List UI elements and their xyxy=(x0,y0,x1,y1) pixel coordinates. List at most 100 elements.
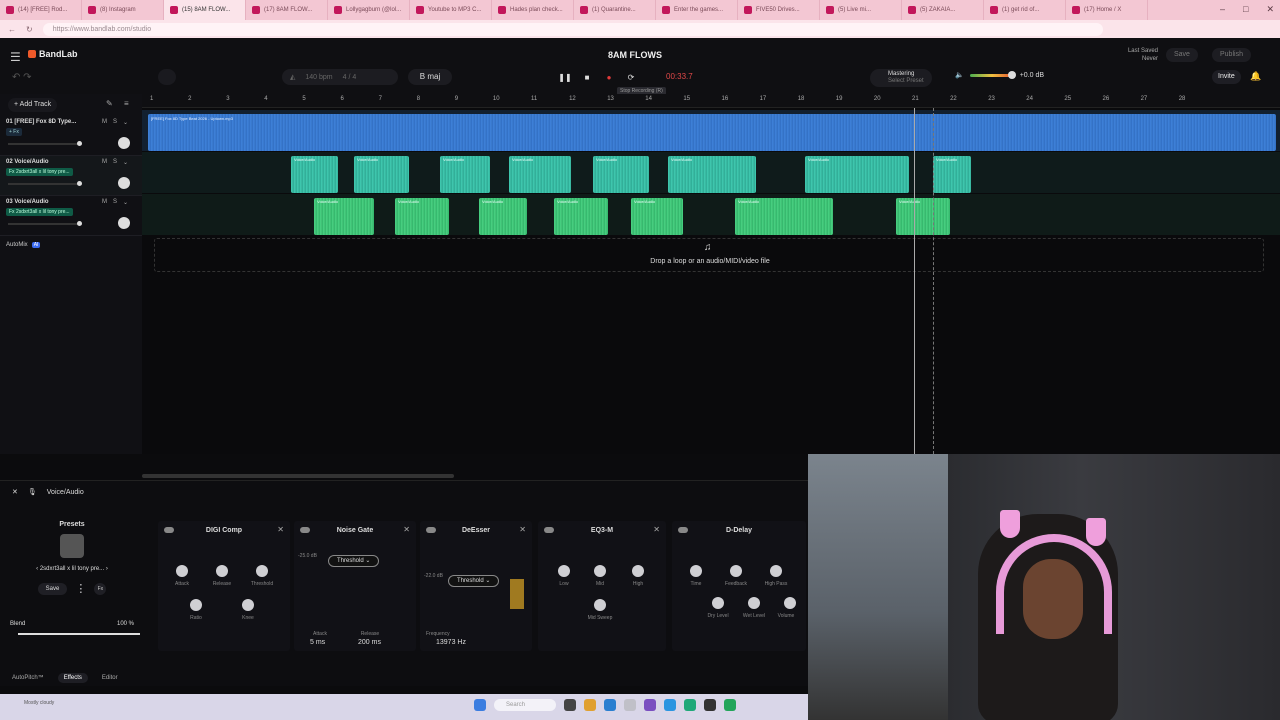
browser-tab[interactable]: (5) ZAKAIA... xyxy=(902,0,984,20)
tab-effects[interactable]: Effects xyxy=(57,673,88,683)
high-pass-knob[interactable] xyxy=(770,565,782,577)
browser-tab[interactable]: FIVE50 Drives... xyxy=(738,0,820,20)
audio-clip[interactable]: Voice/Audio xyxy=(554,198,608,235)
browser-tab[interactable]: Hades plan check... xyxy=(492,0,574,20)
fader-thumb[interactable] xyxy=(77,181,82,186)
settings-sliders-icon[interactable]: ≡ xyxy=(124,99,129,108)
browser-tab[interactable]: (14) [FREE] Rod... xyxy=(0,0,82,20)
audio-clip[interactable]: Voice/Audio xyxy=(440,156,490,193)
solo-button[interactable]: S xyxy=(113,159,117,166)
audio-clip[interactable]: Voice/Audio xyxy=(668,156,756,193)
tool-button[interactable] xyxy=(158,69,176,85)
track-header[interactable]: 02 Voice/Audio Fx 2sdxrt3all x lil tony … xyxy=(0,156,142,196)
back-icon[interactable]: ← xyxy=(8,25,16,34)
solo-button[interactable]: S xyxy=(113,119,117,126)
track-fx-chip[interactable]: Fx 2sdxrt3all x lil tony pre... xyxy=(6,168,73,176)
speaker-icon[interactable]: 🔈 xyxy=(955,71,964,79)
metronome-icon[interactable]: ◭ xyxy=(290,73,295,81)
preset-thumbnail[interactable] xyxy=(60,534,84,558)
tab-editor[interactable]: Editor xyxy=(102,675,118,681)
track-lane[interactable]: Voice/Audio Voice/Audio Voice/Audio Voice/A… xyxy=(142,194,1280,235)
chevron-down-icon[interactable]: ⌄ xyxy=(123,119,128,126)
fader-thumb[interactable] xyxy=(77,141,82,146)
audio-clip[interactable]: Voice/Audio xyxy=(479,198,527,235)
browser-tab[interactable]: Lollygagburn (@lol... xyxy=(328,0,410,20)
reload-icon[interactable]: ↻ xyxy=(26,25,33,34)
track-header[interactable]: 03 Voice/Audio Fx 2sdxrt3all x lil tony … xyxy=(0,196,142,236)
pencil-icon[interactable]: ✎ xyxy=(106,99,113,108)
chevron-down-icon[interactable]: ⌄ xyxy=(123,199,128,206)
automix-row[interactable]: AutoMix AI xyxy=(6,242,41,248)
minimize-icon[interactable]: – xyxy=(1220,4,1225,15)
dry-level-knob[interactable] xyxy=(712,597,724,609)
taskbar-search[interactable]: Search xyxy=(494,699,556,711)
track-lane[interactable]: [FREE] Fox 8D Type Beat 2026 - Uptown.mp… xyxy=(142,110,1280,151)
attack-knob[interactable] xyxy=(176,565,188,577)
more-icon[interactable]: ⋮ xyxy=(75,582,86,595)
low-knob[interactable] xyxy=(558,565,570,577)
audio-clip[interactable]: Voice/Audio xyxy=(735,198,833,235)
track-volume-fader[interactable] xyxy=(8,221,82,226)
browser-tab[interactable]: (1) Quarantine... xyxy=(574,0,656,20)
audio-clip[interactable]: Voice/Audio xyxy=(509,156,571,193)
audio-clip[interactable]: Voice/Audio xyxy=(593,156,649,193)
project-title[interactable]: 8AM FLOWS xyxy=(560,50,710,60)
pan-knob[interactable] xyxy=(118,137,130,149)
browser-tab[interactable]: (5) Live mi... xyxy=(820,0,902,20)
remove-icon[interactable]: ✕ xyxy=(653,525,660,534)
file-explorer-icon[interactable] xyxy=(584,699,596,711)
audio-clip[interactable]: Voice/Audio xyxy=(631,198,683,235)
chrome-icon[interactable] xyxy=(684,699,696,711)
mastering-button[interactable]: Mastering Select Preset xyxy=(870,69,932,87)
loop-icon[interactable]: ⟳ xyxy=(626,72,636,82)
task-view-icon[interactable] xyxy=(564,699,576,711)
mute-button[interactable]: M xyxy=(102,159,107,166)
release-value[interactable]: 200 ms xyxy=(358,639,381,646)
mid-sweep-knob[interactable] xyxy=(594,599,606,611)
browser-tab-active[interactable]: (15) 8AM FLOW... xyxy=(164,0,246,20)
preset-name[interactable]: ‹ 2sdxrt3all x lil tony pre... › xyxy=(6,566,138,572)
edge-icon[interactable] xyxy=(604,699,616,711)
audio-clip[interactable]: Voice/Audio xyxy=(933,156,971,193)
track-volume-fader[interactable] xyxy=(8,141,82,146)
volume-knob[interactable] xyxy=(784,597,796,609)
stop-icon[interactable]: ■ xyxy=(582,72,592,82)
browser-tab[interactable]: (17) 8AM FLOW... xyxy=(246,0,328,20)
fx-button[interactable]: Fx xyxy=(94,582,107,595)
track-fx-chip[interactable]: Fx 2sdxrt3all x lil tony pre... xyxy=(6,208,73,216)
master-volume-slider[interactable] xyxy=(969,70,1016,79)
drop-zone[interactable]: ♫ Drop a loop or an audio/MIDI/video fil… xyxy=(154,238,1264,272)
mute-button[interactable]: M xyxy=(102,199,107,206)
track-volume-fader[interactable] xyxy=(8,181,82,186)
blend-slider[interactable] xyxy=(18,633,140,635)
tempo-control[interactable]: ◭ 140 bpm 4 / 4 xyxy=(282,69,398,85)
remove-icon[interactable]: ✕ xyxy=(403,525,410,534)
time-knob[interactable] xyxy=(690,565,702,577)
record-icon[interactable]: ● xyxy=(604,72,614,82)
ratio-knob[interactable] xyxy=(190,599,202,611)
add-track-button[interactable]: + Add Track xyxy=(8,98,58,112)
browser-tab[interactable]: (17) Home / X xyxy=(1066,0,1148,20)
app-icon[interactable] xyxy=(724,699,736,711)
threshold-selector[interactable]: Threshold ⌄ xyxy=(328,555,380,567)
browser-tab[interactable]: Youtube to MP3 C... xyxy=(410,0,492,20)
close-icon[interactable]: ✕ xyxy=(1266,4,1274,15)
pan-knob[interactable] xyxy=(118,217,130,229)
browser-tab[interactable]: (1) get rid of... xyxy=(984,0,1066,20)
knee-knob[interactable] xyxy=(242,599,254,611)
chevron-down-icon[interactable]: ⌄ xyxy=(123,159,128,166)
undo-redo-icon[interactable]: ↶ ↷ xyxy=(12,72,32,83)
publish-button[interactable]: Publish xyxy=(1212,48,1251,62)
frequency-value[interactable]: 13973 Hz xyxy=(436,639,466,646)
track-header[interactable]: 01 [FREE] Fox 8D Type... + Fx M S ⌄ xyxy=(0,116,142,156)
audio-clip[interactable]: Voice/Audio xyxy=(395,198,449,235)
threshold-knob[interactable] xyxy=(256,565,268,577)
pan-knob[interactable] xyxy=(118,177,130,189)
wet-level-knob[interactable] xyxy=(748,597,760,609)
playhead[interactable] xyxy=(914,108,915,454)
browser-tab[interactable]: Enter the games... xyxy=(656,0,738,20)
tempo-value[interactable]: 140 bpm xyxy=(305,74,332,81)
weather-widget[interactable]: Mostly cloudy xyxy=(24,700,54,706)
arrangement-view[interactable]: [FREE] Fox 8D Type Beat 2026 - Uptown.mp… xyxy=(142,108,1280,454)
save-button[interactable]: Save xyxy=(1166,48,1198,62)
